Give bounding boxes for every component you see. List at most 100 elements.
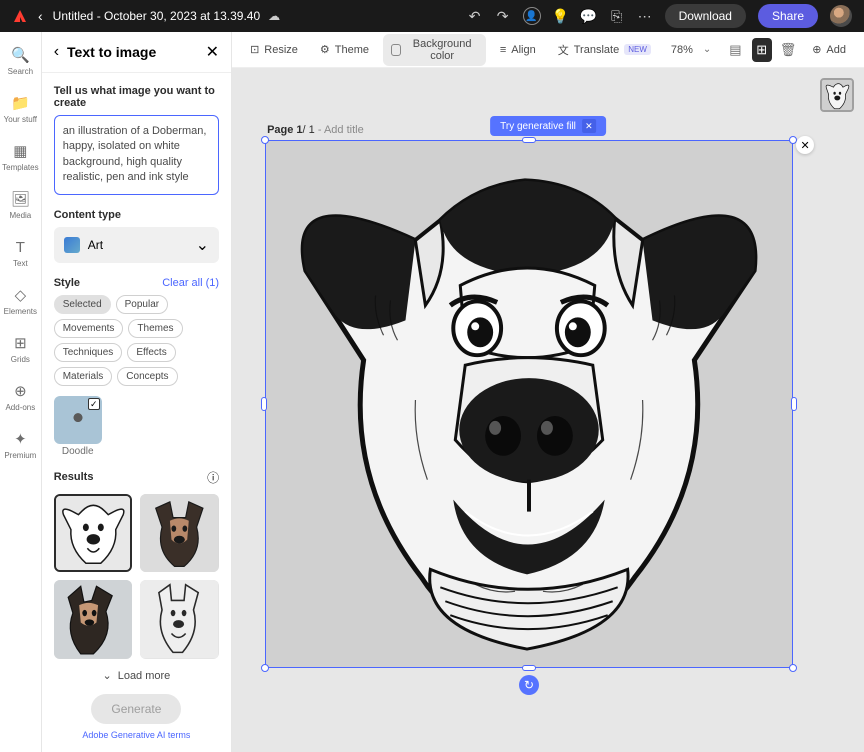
chip-concepts[interactable]: Concepts: [117, 367, 177, 386]
resize-handle-mr[interactable]: [791, 397, 797, 411]
elements-icon: ◇: [11, 286, 29, 304]
page-thumbnail[interactable]: [820, 78, 854, 112]
left-rail: 🔍Search 📁Your stuff ▦Templates 🖼Media TT…: [0, 32, 42, 752]
chip-effects[interactable]: Effects: [127, 343, 175, 362]
layers-icon[interactable]: ▤: [725, 38, 745, 62]
rail-media[interactable]: 🖼Media: [0, 190, 41, 220]
content-type-label: Content type: [54, 209, 219, 221]
rail-text[interactable]: TText: [0, 238, 41, 268]
new-badge: NEW: [624, 44, 651, 55]
text-to-image-panel: ‹ Text to image ✕ Tell us what image you…: [42, 32, 232, 752]
regenerate-button[interactable]: ↻: [519, 675, 539, 695]
chip-themes[interactable]: Themes: [128, 319, 182, 338]
theme-button[interactable]: ⚙Theme: [312, 39, 377, 60]
result-4[interactable]: [140, 580, 219, 659]
premium-icon: ✦: [11, 430, 29, 448]
generative-fill-tip[interactable]: Try generative fill ✕: [490, 116, 606, 136]
chevron-down-icon: ⌄: [196, 235, 209, 255]
deselect-button[interactable]: ✕: [796, 136, 814, 154]
redo-icon[interactable]: ↷: [495, 8, 511, 24]
panel-header: ‹ Text to image ✕: [42, 32, 231, 73]
resize-handle-br[interactable]: [789, 664, 797, 672]
share-button[interactable]: Share: [758, 4, 818, 28]
download-button[interactable]: Download: [665, 4, 746, 28]
info-icon[interactable]: ⓘ: [207, 469, 219, 486]
canvas-toolbar: ⊡Resize ⚙Theme Background color ≡Align 文…: [232, 32, 864, 68]
document-title[interactable]: Untitled - October 30, 2023 at 13.39.40 …: [53, 9, 280, 23]
grids-icon: ⊞: [11, 334, 29, 352]
clear-all-link[interactable]: Clear all (1): [162, 277, 219, 289]
undo-icon[interactable]: ↶: [467, 8, 483, 24]
panel-title: Text to image: [67, 44, 198, 60]
resize-handle-mb[interactable]: [522, 665, 536, 671]
chip-selected[interactable]: Selected: [54, 295, 111, 314]
checkmark-icon: ✓: [88, 398, 100, 410]
align-button[interactable]: ≡Align: [492, 40, 544, 60]
generated-doberman-illustration: [266, 141, 792, 667]
cloud-sync-icon: ☁: [268, 9, 280, 23]
lightbulb-icon[interactable]: 💡: [553, 8, 569, 24]
avatar[interactable]: [830, 5, 852, 27]
art-icon: [64, 237, 80, 253]
present-icon[interactable]: ⎘: [609, 8, 625, 24]
top-bar: ‹ Untitled - October 30, 2023 at 13.39.4…: [0, 0, 864, 32]
close-icon[interactable]: ✕: [582, 119, 596, 133]
page-indicator[interactable]: Page 1/ 1 - Add title: [267, 124, 364, 136]
result-3[interactable]: [54, 580, 133, 659]
chip-popular[interactable]: Popular: [116, 295, 168, 314]
plus-circle-icon: ⊕: [812, 43, 821, 56]
rail-grids[interactable]: ⊞Grids: [0, 334, 41, 364]
chip-movements[interactable]: Movements: [54, 319, 124, 338]
more-icon[interactable]: ⋯: [637, 8, 653, 24]
rail-addons[interactable]: ⊕Add-ons: [0, 382, 41, 412]
resize-button[interactable]: ⊡Resize: [242, 39, 306, 60]
search-icon: 🔍: [11, 46, 29, 64]
chevron-down-icon[interactable]: ⌄: [703, 44, 711, 55]
folder-icon: 📁: [11, 94, 29, 112]
content-type-dropdown[interactable]: Art ⌄: [54, 227, 219, 263]
style-doodle-label: Doodle: [54, 446, 102, 457]
panel-back-icon[interactable]: ‹: [54, 43, 59, 61]
trash-icon[interactable]: 🗑: [778, 38, 798, 62]
comment-icon[interactable]: 💬: [581, 8, 597, 24]
resize-icon: ⊡: [250, 43, 259, 56]
result-2[interactable]: [140, 494, 219, 573]
color-swatch-icon: [391, 44, 401, 56]
rail-your-stuff[interactable]: 📁Your stuff: [0, 94, 41, 124]
app-logo[interactable]: [12, 8, 28, 24]
resize-handle-ml[interactable]: [261, 397, 267, 411]
style-chips: Selected Popular Movements Themes Techni…: [54, 295, 219, 386]
rail-premium[interactable]: ✦Premium: [0, 430, 41, 460]
resize-handle-bl[interactable]: [261, 664, 269, 672]
add-button[interactable]: ⊕Add: [804, 39, 854, 60]
load-more-button[interactable]: Load more: [54, 659, 219, 682]
generate-button[interactable]: Generate: [91, 694, 181, 724]
translate-icon: 文: [558, 42, 569, 58]
chip-materials[interactable]: Materials: [54, 367, 113, 386]
back-arrow-icon[interactable]: ‹: [38, 8, 43, 24]
close-icon[interactable]: ✕: [206, 42, 219, 62]
selected-image[interactable]: ✕ ↻: [265, 140, 793, 668]
translate-button[interactable]: 文TranslateNEW: [550, 38, 659, 62]
rail-search[interactable]: 🔍Search: [0, 46, 41, 76]
prompt-label: Tell us what image you want to create: [54, 85, 219, 109]
zoom-level[interactable]: 78%: [671, 44, 693, 56]
canvas-stage[interactable]: Page 1/ 1 - Add title Try generative fil…: [232, 68, 864, 752]
chip-techniques[interactable]: Techniques: [54, 343, 123, 362]
user-circle-icon[interactable]: 👤: [523, 7, 541, 25]
rail-templates[interactable]: ▦Templates: [0, 142, 41, 172]
content-type-value: Art: [88, 238, 188, 252]
results-grid: [54, 494, 219, 659]
grid-view-icon[interactable]: ⊞: [752, 38, 772, 62]
rail-elements[interactable]: ◇Elements: [0, 286, 41, 316]
style-doodle-thumb[interactable]: ✓: [54, 396, 102, 444]
prompt-input[interactable]: an illustration of a Doberman, happy, is…: [54, 115, 219, 195]
theme-icon: ⚙: [320, 43, 330, 56]
resize-handle-mt[interactable]: [522, 137, 536, 143]
text-icon: T: [11, 238, 29, 256]
ai-terms-link[interactable]: Adobe Generative AI terms: [54, 730, 219, 740]
templates-icon: ▦: [11, 142, 29, 160]
result-1[interactable]: [54, 494, 133, 573]
results-label: Results: [54, 471, 94, 483]
background-color-button[interactable]: Background color: [383, 34, 486, 66]
